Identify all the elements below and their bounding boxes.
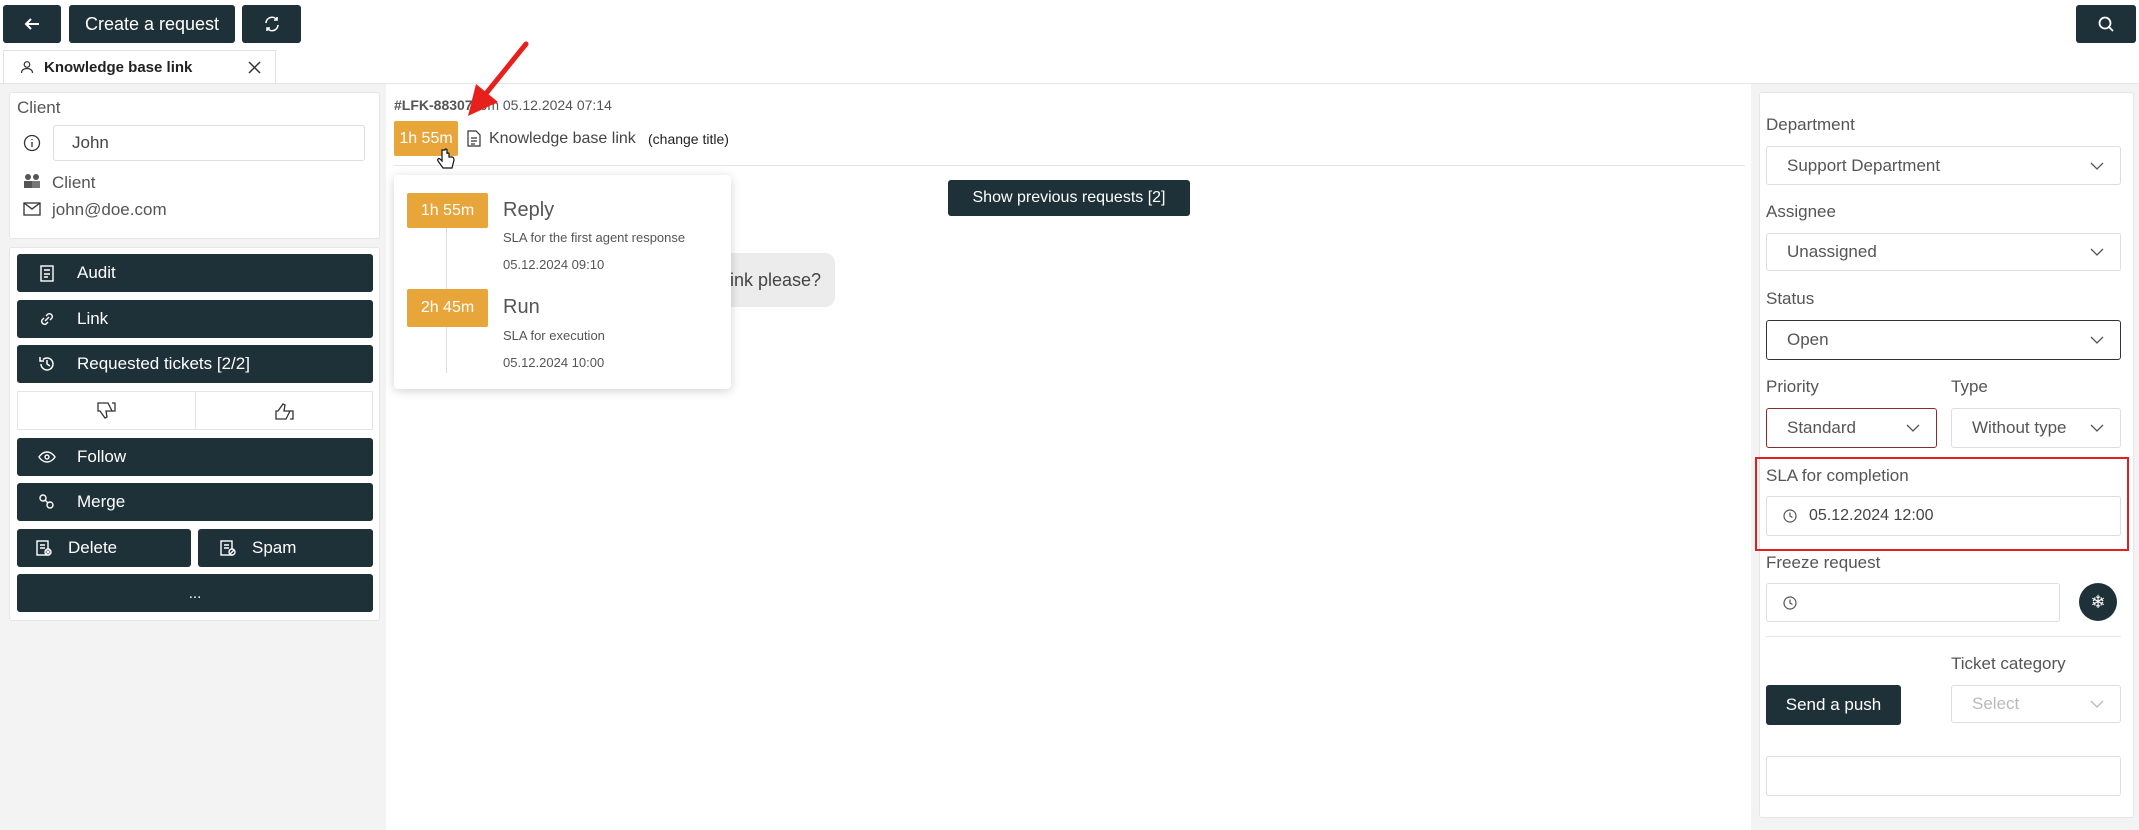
- header-divider: [394, 165, 1745, 166]
- tab-label: Knowledge base link: [44, 58, 193, 76]
- link-label: Link: [77, 309, 109, 328]
- red-arrow-annotation: [468, 41, 529, 116]
- refresh-button[interactable]: [242, 5, 301, 43]
- priority-select[interactable]: Standard: [1766, 408, 1937, 448]
- priority-value: Standard: [1787, 418, 1856, 437]
- client-role: Client: [52, 173, 96, 192]
- status-label: Status: [1766, 289, 1815, 308]
- thumbs-down-icon: [97, 401, 116, 419]
- audit-icon: [37, 263, 57, 283]
- thumbs-up-icon: [275, 402, 294, 420]
- sla-completion-label: SLA for completion: [1766, 466, 1909, 485]
- close-icon[interactable]: [248, 60, 261, 74]
- more-actions-button[interactable]: ...: [17, 574, 373, 612]
- bottom-input[interactable]: [1766, 756, 2121, 796]
- sla-reply-date: 05.12.2024 09:10: [503, 257, 605, 272]
- arrow-left-icon: [24, 18, 39, 30]
- delete-label: Delete: [68, 538, 118, 557]
- freeze-button[interactable]: ❄: [2079, 583, 2117, 621]
- info-icon: [23, 134, 41, 152]
- ticket-id: #LFK-88307: [394, 97, 473, 113]
- sla-completion-value: 05.12.2024 12:00: [1809, 507, 1934, 524]
- message-text: ink please?: [730, 269, 822, 290]
- freeze-date-field[interactable]: [1766, 583, 2060, 622]
- department-label: Department: [1766, 115, 1855, 134]
- search-icon: [2098, 16, 2114, 32]
- merge-label: Merge: [77, 492, 126, 511]
- status-value: Open: [1787, 330, 1829, 349]
- client-heading: Client: [17, 98, 61, 117]
- user-icon: [20, 61, 34, 74]
- sla-completion-field[interactable]: 05.12.2024 12:00: [1766, 496, 2121, 536]
- merge-icon: [37, 492, 57, 512]
- spam-button[interactable]: Spam: [198, 529, 373, 567]
- refresh-icon: [264, 16, 279, 32]
- assignee-label: Assignee: [1766, 202, 1836, 221]
- follow-button[interactable]: Follow: [17, 438, 373, 476]
- snowflake-icon: ❄: [2090, 591, 2106, 612]
- status-select[interactable]: Open: [1766, 320, 2121, 360]
- sla-run-date: 05.12.2024 10:00: [503, 355, 605, 370]
- clock-icon: [1783, 595, 1797, 610]
- department-select[interactable]: Support Department: [1766, 146, 2121, 185]
- client-email: john@doe.com: [52, 200, 167, 219]
- sla-run-time: 2h 45m: [407, 289, 488, 327]
- sla-reply-time: 1h 55m: [407, 193, 488, 228]
- sla-reply-desc: SLA for the first agent response: [503, 230, 686, 245]
- client-group-icon: [24, 174, 40, 188]
- assignee-value: Unassigned: [1787, 242, 1877, 261]
- link-button[interactable]: Link: [17, 300, 373, 338]
- show-previous-requests-button[interactable]: Show previous requests [2]: [948, 180, 1190, 216]
- type-select[interactable]: Without type: [1951, 408, 2121, 448]
- chevron-down-icon: [1906, 424, 1920, 432]
- type-label: Type: [1951, 377, 1988, 396]
- department-value: Support Department: [1787, 155, 1941, 175]
- chevron-down-icon: [2090, 336, 2104, 344]
- history-icon: [37, 354, 57, 374]
- create-request-button[interactable]: Create a request: [69, 5, 235, 43]
- document-icon: [467, 130, 481, 147]
- sla-run-desc: SLA for execution: [503, 328, 605, 343]
- priority-label: Priority: [1766, 377, 1819, 396]
- mail-icon: [23, 202, 41, 216]
- hand-cursor-icon: [437, 148, 455, 169]
- delete-icon: [34, 538, 54, 558]
- link-icon: [37, 309, 57, 329]
- clock-icon: [1783, 509, 1797, 523]
- thumbs-up-button[interactable]: [196, 392, 373, 429]
- sla-reply-name: Reply: [503, 199, 555, 221]
- thumbs-down-button[interactable]: [18, 392, 196, 429]
- tab-knowledge-base-link[interactable]: Knowledge base link: [3, 50, 276, 83]
- search-button[interactable]: [2076, 5, 2136, 43]
- sla-run-name: Run: [503, 296, 540, 318]
- rating-row: [17, 391, 373, 430]
- audit-label: Audit: [77, 263, 116, 282]
- category-placeholder: Select: [1972, 694, 2020, 713]
- send-push-button[interactable]: Send a push: [1766, 685, 1901, 725]
- chevron-down-icon: [2090, 700, 2104, 708]
- eye-icon: [37, 447, 57, 467]
- requested-tickets-label: Requested tickets [2/2]: [77, 354, 250, 373]
- spam-label: Spam: [252, 538, 297, 557]
- spam-icon: [218, 538, 238, 558]
- type-value: Without type: [1972, 418, 2067, 437]
- follow-label: Follow: [77, 447, 127, 466]
- chevron-down-icon: [2090, 162, 2104, 170]
- back-button[interactable]: [3, 5, 61, 43]
- chevron-down-icon: [2090, 424, 2104, 432]
- audit-button[interactable]: Audit: [17, 254, 373, 292]
- merge-button[interactable]: Merge: [17, 483, 373, 521]
- requested-tickets-button[interactable]: Requested tickets [2/2]: [17, 345, 373, 383]
- freeze-label: Freeze request: [1766, 553, 1881, 572]
- assignee-select[interactable]: Unassigned: [1766, 233, 2121, 271]
- client-name-field[interactable]: John: [53, 125, 365, 161]
- more-label: ...: [188, 584, 202, 602]
- ticket-title: Knowledge base link: [489, 130, 636, 147]
- ticket-category-select[interactable]: Select: [1951, 685, 2121, 723]
- ticket-category-label: Ticket category: [1951, 654, 2066, 673]
- divider: [1766, 636, 2121, 637]
- chevron-down-icon: [2090, 248, 2104, 256]
- delete-button[interactable]: Delete: [17, 529, 191, 567]
- change-title-link[interactable]: (change title): [648, 131, 729, 147]
